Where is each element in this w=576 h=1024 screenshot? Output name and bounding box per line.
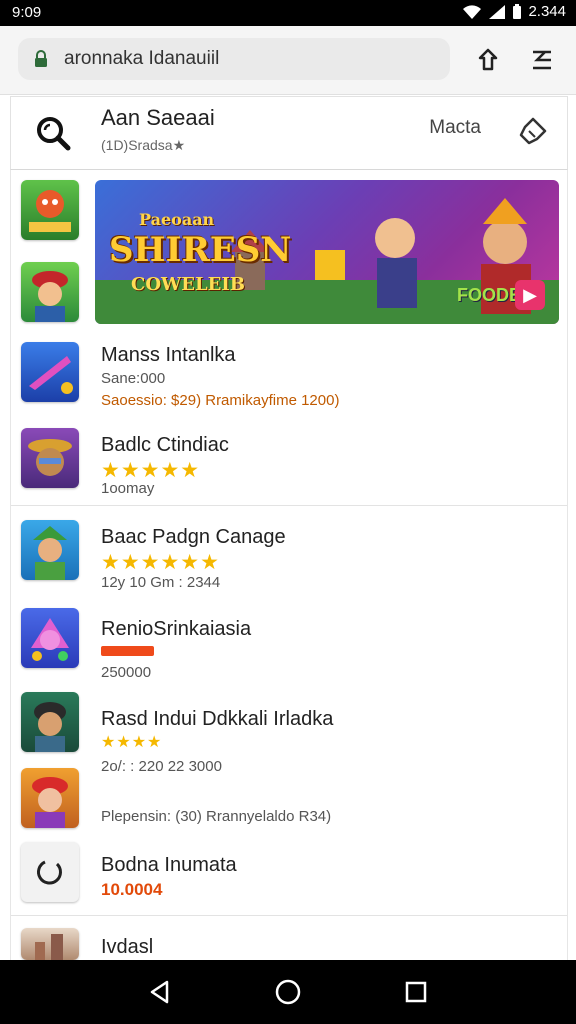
status-time: 9:09 (12, 4, 42, 21)
search-header: Aan Saeaai (1D)Sradsa★ Macta (10, 96, 568, 170)
item-title[interactable]: Ivdasl (101, 936, 153, 959)
item-price: 10.0004 (101, 880, 163, 899)
castle-icon (35, 934, 63, 960)
app-thumb[interactable] (21, 342, 79, 402)
app-thumb[interactable] (21, 842, 79, 902)
app-thumb[interactable] (21, 520, 79, 580)
navigation-bar (0, 960, 576, 1024)
warrior-icon (33, 526, 67, 580)
browser-toolbar: aronnaka Idanauiil (0, 26, 576, 95)
item-subtitle: 1oomay (101, 480, 155, 497)
character-icon (32, 271, 68, 322)
featured-banner[interactable]: Paeoaan SHIRESN COWELEIB FOODE ▶ (95, 180, 559, 324)
app-thumb[interactable] (21, 262, 79, 322)
search-subtitle: (1D)Sradsa★ (101, 137, 186, 153)
app-thumb[interactable] (21, 608, 79, 668)
app-thumb[interactable] (21, 428, 79, 488)
status-bar: 9:09 2.344 (0, 0, 576, 26)
item-subtitle: Plepensin: (30) Rrannyelaldo R34) (101, 808, 332, 825)
banner-top-text: Paeoaan (139, 210, 215, 229)
girl-icon (32, 777, 68, 828)
item-subtitle: 250000 (101, 664, 152, 681)
search-title: Aan Saeaai (101, 105, 215, 130)
item-meta: Saoessio: $29) Rramikayfime 1200) (101, 392, 340, 409)
recents-icon (405, 981, 427, 1003)
app-thumb[interactable] (21, 928, 79, 960)
match-label[interactable]: Macta (429, 117, 481, 139)
status-clock: 2.344 (528, 3, 566, 20)
item-title[interactable]: Baac Padgn Canage (101, 526, 286, 549)
share-button[interactable] (472, 44, 504, 76)
item-title[interactable]: Badlc Ctindiac (101, 434, 229, 457)
divider (11, 915, 567, 916)
share-icon (478, 48, 498, 71)
rating-stars: ★★★★★★ (101, 551, 220, 574)
app-thumb[interactable] (21, 692, 79, 752)
app-list: Paeoaan SHIRESN COWELEIB FOODE ▶ Manss I… (10, 170, 568, 960)
url-bar[interactable]: aronnaka Idanauiil (18, 38, 450, 80)
item-subtitle: 2o/: : 220 22 3000 (101, 758, 222, 775)
monster-icon (29, 190, 71, 232)
back-button[interactable] (144, 976, 176, 1008)
home-icon (275, 979, 301, 1005)
item-title[interactable]: RenioSrinkaiasia (101, 618, 251, 641)
app-thumb[interactable] (21, 768, 79, 828)
banner-subtitle: COWELEIB (131, 274, 245, 295)
refresh-icon (37, 860, 62, 885)
url-text: aronnaka Idanauiil (64, 48, 220, 69)
item-title[interactable]: Manss Intanlka (101, 344, 236, 367)
play-store-icon[interactable]: ▶ (515, 280, 545, 310)
item-subtitle: Sane:000 (101, 370, 166, 387)
wifi-icon (463, 4, 482, 19)
search-icon[interactable] (33, 113, 73, 153)
back-icon (150, 980, 169, 1004)
signal-icon (489, 4, 506, 19)
banner-logo: FOODE (456, 285, 521, 305)
app-thumb[interactable] (21, 180, 79, 240)
tabs-icon (533, 50, 551, 70)
status-icons: 2.344 (462, 3, 566, 20)
weapon-icon (29, 356, 73, 394)
banner-title: SHIRESN (109, 230, 292, 270)
battery-icon (513, 3, 522, 19)
cowboy-icon (28, 439, 72, 476)
creature-icon (31, 618, 69, 661)
progress-fill (101, 646, 154, 656)
item-title[interactable]: Bodna Inumata (101, 854, 237, 877)
item-title[interactable]: Rasd Indui Ddkkali Irladka (101, 708, 333, 731)
progress-bar (101, 646, 167, 656)
tag-icon[interactable] (517, 115, 549, 147)
tabs-button[interactable] (526, 44, 558, 76)
divider (11, 505, 567, 506)
home-button[interactable] (272, 976, 304, 1008)
hero-icon (34, 702, 66, 752)
rating-stars: ★★★★ (101, 734, 163, 751)
item-subtitle: 12y 10 Gm : 2344 (101, 574, 221, 591)
recents-button[interactable] (400, 976, 432, 1008)
lock-icon (35, 50, 47, 67)
